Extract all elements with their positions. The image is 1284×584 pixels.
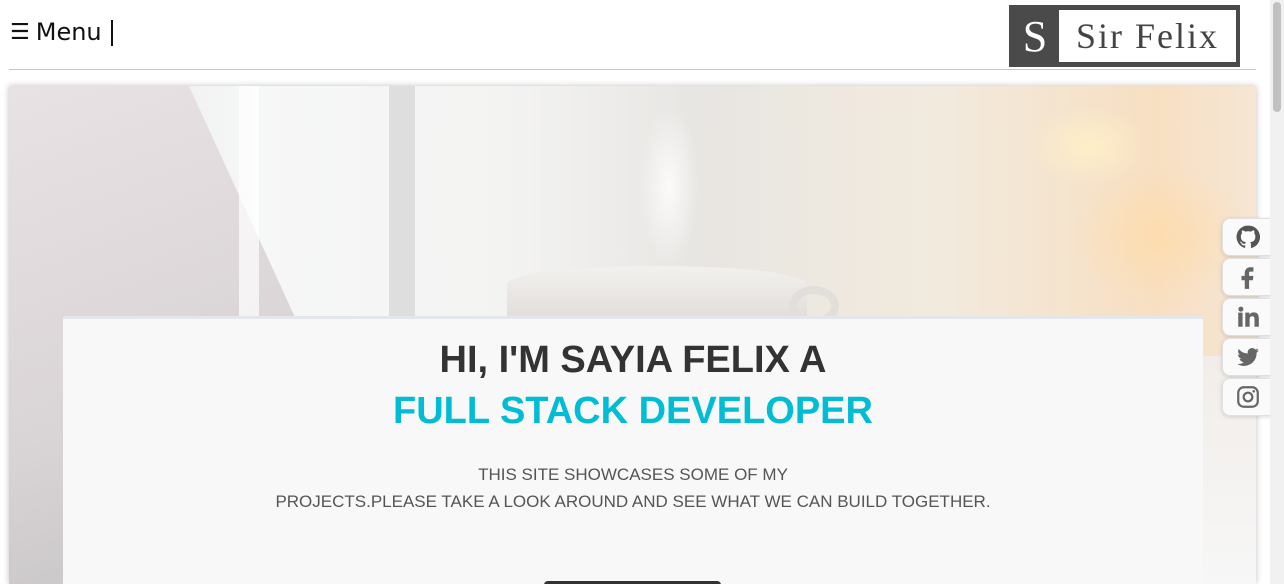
menu-label: Menu [35, 18, 102, 46]
hero-background-window [239, 86, 259, 316]
intro-card: HI, I'M SAYIA FELIX A FULL STACK DEVELOP… [63, 316, 1203, 584]
text-caret [111, 20, 113, 46]
instagram-icon [1237, 386, 1259, 408]
site-header: ☰ Menu S Sir Felix [0, 0, 1270, 70]
github-icon [1236, 225, 1261, 248]
menu-button[interactable]: ☰ Menu [10, 18, 102, 46]
social-link-instagram[interactable] [1222, 378, 1271, 416]
intro-description-line1: THIS SITE SHOWCASES SOME OF MY [478, 465, 788, 484]
scrollbar-thumb[interactable] [1273, 2, 1281, 112]
page-scrollbar[interactable] [1270, 0, 1284, 584]
twitter-icon [1237, 348, 1259, 366]
social-link-twitter[interactable] [1222, 338, 1271, 376]
logo-letter: S [1022, 11, 1048, 61]
facebook-icon [1241, 267, 1254, 289]
social-link-linkedin[interactable] [1222, 298, 1271, 336]
intro-role: FULL STACK DEVELOPER [393, 390, 873, 432]
linkedin-icon [1238, 306, 1259, 327]
hero-background-steam [609, 86, 729, 276]
hamburger-icon: ☰ [10, 19, 30, 45]
header-divider [9, 69, 1256, 70]
site-logo[interactable]: S Sir Felix [1009, 5, 1240, 67]
social-link-github[interactable] [1222, 218, 1271, 256]
social-sidebar [1222, 218, 1272, 418]
social-link-facebook[interactable] [1222, 258, 1271, 296]
intro-description-line2: PROJECTS.PLEASE TAKE A LOOK AROUND AND S… [275, 492, 991, 511]
intro-title: HI, I'M SAYIA FELIX A [439, 339, 827, 381]
hero-background-post [389, 86, 415, 316]
hero-section: HI, I'M SAYIA FELIX A FULL STACK DEVELOP… [9, 86, 1256, 584]
logo-text: Sir Felix [1059, 10, 1236, 62]
